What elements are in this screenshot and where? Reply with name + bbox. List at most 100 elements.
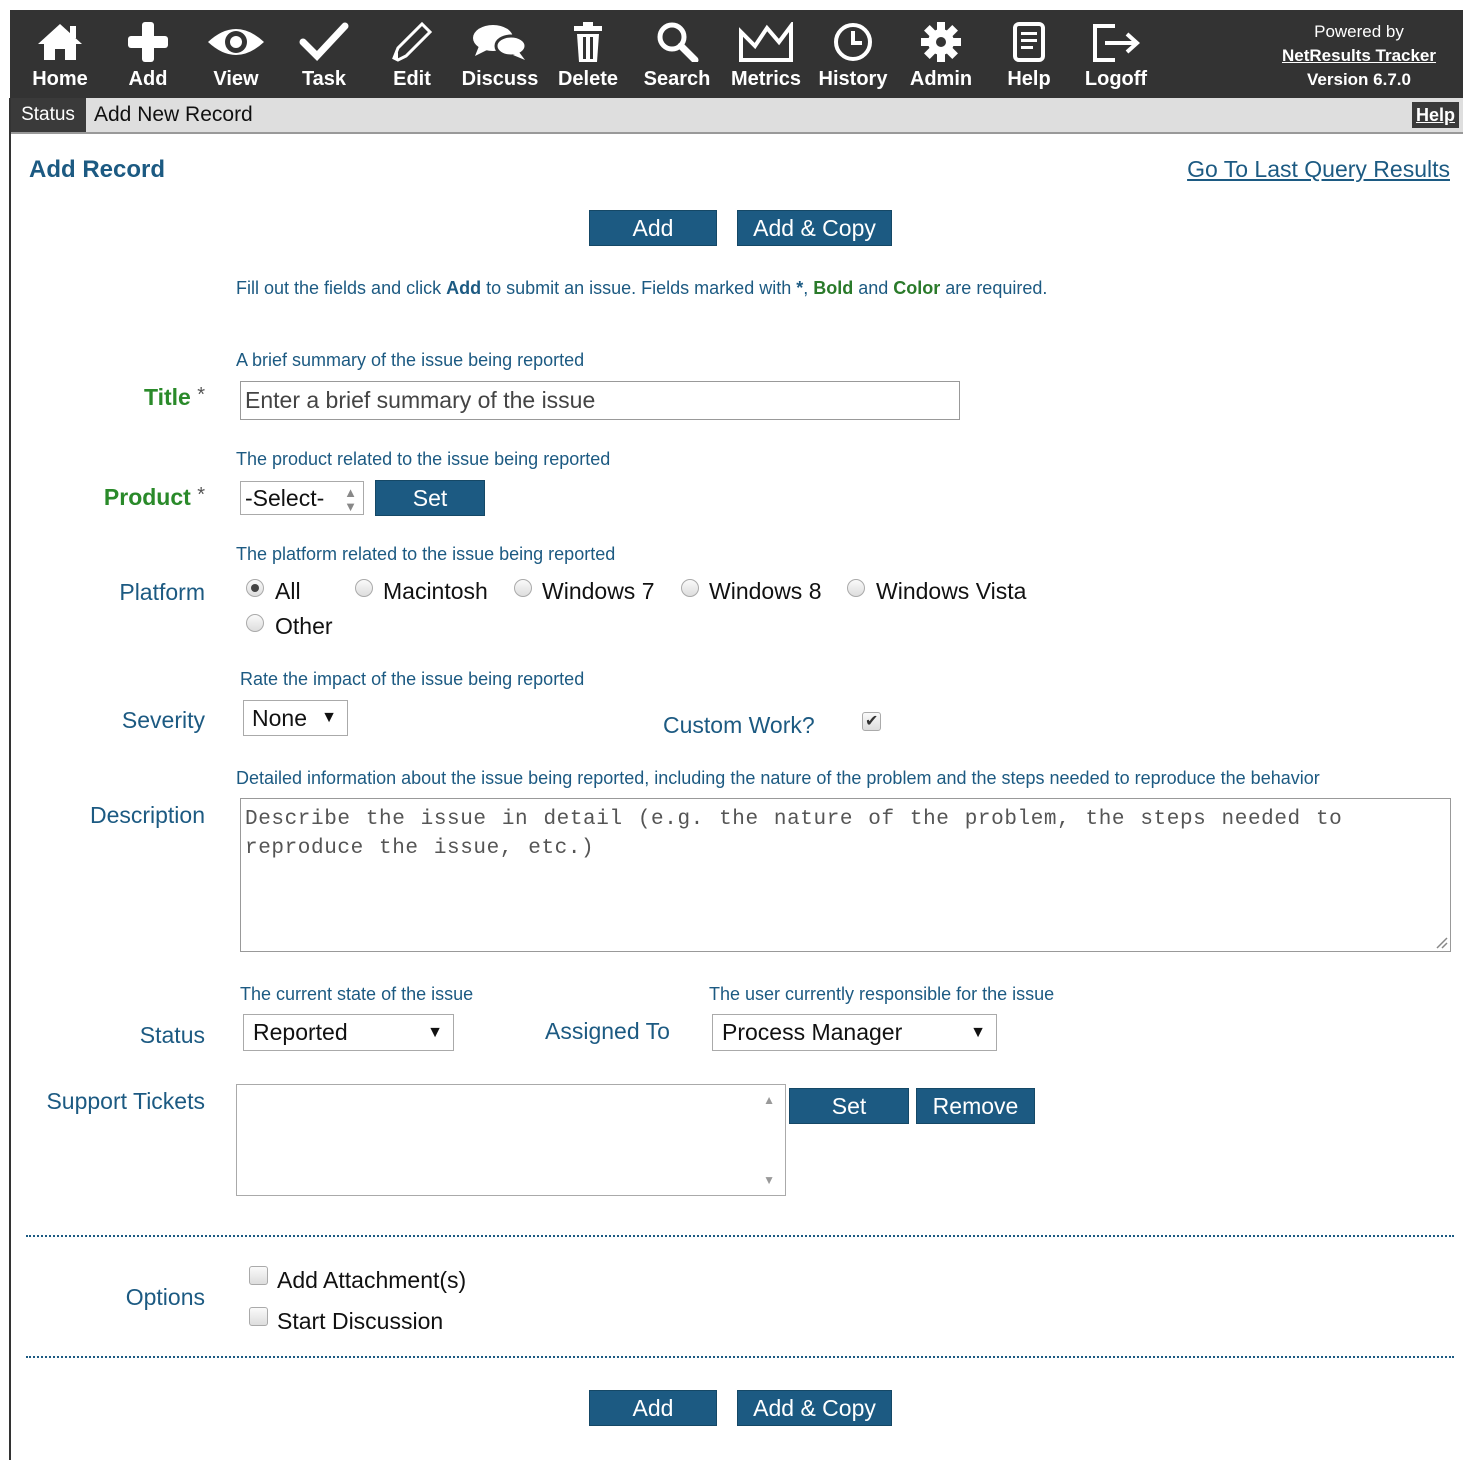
product-link[interactable]: NetResults Tracker (1282, 46, 1436, 65)
add-copy-button-bottom[interactable]: Add & Copy (737, 1390, 892, 1426)
nav-delete[interactable]: Delete (552, 10, 624, 98)
platform-radio-windows-8[interactable] (681, 579, 699, 597)
status-hint: The current state of the issue (240, 984, 474, 1004)
intro-color-word: Color (893, 278, 941, 298)
scroll-up-icon[interactable]: ▲ (763, 1093, 775, 1107)
intro-add-word: Add (446, 278, 482, 298)
nav-metrics[interactable]: Metrics (726, 10, 806, 98)
assigned-to-label: Assigned To (545, 1018, 670, 1044)
status-select[interactable]: Reported ▼ (243, 1014, 454, 1051)
scroll-down-icon[interactable]: ▼ (763, 1173, 775, 1187)
severity-hint: Rate the impact of the issue being repor… (240, 669, 585, 689)
resize-handle-icon[interactable] (1434, 935, 1448, 949)
dropdown-arrow-icon: ▼ (321, 709, 337, 726)
document-icon (1013, 22, 1045, 62)
nav-home[interactable]: Home (24, 10, 96, 98)
checkmark-icon (299, 22, 349, 62)
support-tickets-listbox[interactable]: ▲ ▼ (236, 1084, 786, 1196)
platform-option-label: Macintosh (383, 578, 488, 604)
pencil-icon (392, 22, 433, 62)
nav-search[interactable]: Search (640, 10, 714, 98)
help-link[interactable]: Help (1411, 102, 1459, 128)
product-set-button[interactable]: Set (375, 480, 485, 516)
assigned-hint: The user currently responsible for the i… (709, 984, 1055, 1004)
add-button-top[interactable]: Add (589, 210, 717, 246)
title-input[interactable]: Enter a brief summary of the issue (240, 381, 960, 420)
intro-text: Fill out the fields and click Add to sub… (236, 278, 1047, 299)
platform-option-label: Windows 7 (542, 578, 655, 604)
status-tab[interactable]: Status (10, 98, 86, 132)
support-tickets-label: Support Tickets (46, 1088, 205, 1114)
platform-radio-windows-vista[interactable] (847, 579, 865, 597)
nav-discuss[interactable]: Discuss (460, 10, 540, 98)
nav-label: Help (1007, 68, 1051, 90)
nav-label: Home (32, 68, 88, 90)
nav-logoff[interactable]: Logoff (1078, 10, 1154, 98)
nav-label: Add (128, 68, 168, 90)
description-textarea[interactable]: Describe the issue in detail (e.g. the n… (240, 798, 1451, 952)
go-to-last-query-link[interactable]: Go To Last Query Results (1187, 156, 1450, 183)
severity-select[interactable]: None ▼ (243, 700, 348, 736)
platform-radio-other[interactable] (246, 614, 264, 632)
chart-icon (739, 22, 793, 62)
gear-icon (921, 22, 961, 62)
nav-label: View (213, 68, 259, 90)
support-set-button[interactable]: Set (789, 1088, 909, 1124)
platform-radio-all[interactable] (246, 579, 264, 597)
platform-radio-windows-7[interactable] (514, 579, 532, 597)
intro-comma: , (803, 278, 814, 298)
title-hint: A brief summary of the issue being repor… (236, 350, 585, 370)
options-label: Options (125, 1284, 205, 1310)
page-title: Add Record (29, 156, 166, 183)
dropdown-arrow-icon: ▼ (427, 1024, 443, 1041)
spinner-icon: ▲ ▼ (344, 485, 357, 514)
product-select[interactable]: -Select- ▲ ▼ (240, 481, 364, 515)
assigned-to-select[interactable]: Process Manager ▼ (712, 1014, 997, 1051)
add-button-bottom[interactable]: Add (589, 1390, 717, 1426)
status-title: Add New Record (94, 103, 253, 126)
platform-option-label: All (275, 578, 301, 604)
product-value: -Select- (245, 485, 325, 511)
plus-icon (128, 22, 168, 62)
version-text: Version 6.7.0 (1307, 70, 1411, 89)
nav-help[interactable]: Help (994, 10, 1064, 98)
add-copy-button-top[interactable]: Add & Copy (737, 210, 892, 246)
nav-label: History (818, 68, 888, 90)
product-hint: The product related to the issue being r… (236, 449, 611, 469)
nav-admin[interactable]: Admin (904, 10, 978, 98)
custom-work-label: Custom Work? (663, 712, 815, 738)
support-remove-button[interactable]: Remove (916, 1088, 1035, 1124)
nav-view[interactable]: View (200, 10, 272, 98)
intro-bold-word: Bold (813, 278, 854, 298)
magnifier-icon (657, 22, 699, 62)
nav-label: Logoff (1084, 68, 1148, 90)
powered-by: Powered by NetResults Tracker Version 6.… (1259, 20, 1459, 92)
start-discussion-checkbox[interactable] (249, 1307, 268, 1326)
top-nav-bar: Home Add View Task Edit Discuss Delete S… (10, 10, 1463, 98)
start-discussion-label: Start Discussion (277, 1308, 444, 1334)
platform-label: Platform (119, 579, 205, 605)
intro-part1: Fill out the fields and click (236, 278, 447, 298)
nav-add[interactable]: Add (112, 10, 184, 98)
nav-history[interactable]: History (814, 10, 892, 98)
nav-edit[interactable]: Edit (376, 10, 448, 98)
status-label: Status (139, 1022, 205, 1048)
chat-bubbles-icon (473, 25, 528, 60)
logoff-icon (1093, 24, 1140, 62)
powered-by-text: Powered by (1314, 22, 1404, 41)
nav-task[interactable]: Task (288, 10, 360, 98)
assigned-to-value: Process Manager (722, 1019, 903, 1045)
nav-label: Discuss (461, 68, 539, 90)
nav-label: Search (643, 68, 711, 90)
custom-work-checkbox[interactable] (862, 711, 881, 731)
nav-label: Task (301, 68, 347, 90)
nav-label: Admin (909, 68, 973, 90)
platform-radio-macintosh[interactable] (355, 579, 373, 597)
intro-and: and (853, 278, 894, 298)
platform-option-label: Windows 8 (709, 578, 822, 604)
add-attachments-checkbox[interactable] (249, 1266, 268, 1285)
severity-value: None (252, 705, 307, 731)
required-star: * (197, 384, 205, 406)
home-icon (38, 24, 82, 60)
title-label-text: Title (143, 384, 191, 410)
